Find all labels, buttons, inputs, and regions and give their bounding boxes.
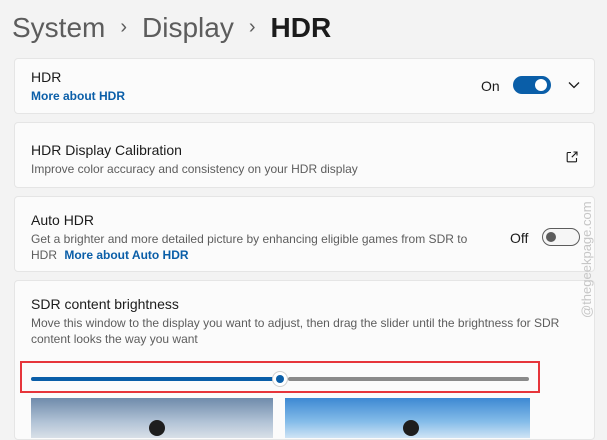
hdr-calibration-card[interactable]: HDR Display Calibration Improve color ac… xyxy=(14,122,595,188)
auto-hdr-description: Get a brighter and more detailed picture… xyxy=(31,231,501,263)
sdr-title: SDR content brightness xyxy=(31,296,179,312)
external-link-icon[interactable] xyxy=(565,150,579,164)
more-about-auto-hdr-link[interactable]: More about Auto HDR xyxy=(64,248,188,262)
sdr-description-line2: content looks the way you want xyxy=(31,332,198,346)
preview-figure xyxy=(149,420,165,436)
sdr-preview-image-right xyxy=(285,398,530,438)
chevron-right-icon: › xyxy=(120,15,128,38)
sdr-description: Move this window to the display you want… xyxy=(31,315,559,347)
calibration-title: HDR Display Calibration xyxy=(31,142,182,158)
auto-hdr-title: Auto HDR xyxy=(31,212,95,228)
auto-hdr-description-line1: Get a brighter and more detailed picture… xyxy=(31,232,468,246)
chevron-down-icon[interactable] xyxy=(568,80,580,90)
hdr-toggle[interactable] xyxy=(513,76,551,94)
breadcrumb-system[interactable]: System xyxy=(12,12,105,44)
sdr-description-line1: Move this window to the display you want… xyxy=(31,316,560,330)
watermark: @thegeekpage.com xyxy=(579,201,594,318)
slider-highlight-box xyxy=(20,361,540,393)
calibration-description: Improve color accuracy and consistency o… xyxy=(31,162,358,176)
preview-figure xyxy=(403,420,419,436)
toggle-knob xyxy=(535,79,547,91)
toggle-knob xyxy=(546,232,556,242)
auto-hdr-state-label: Off xyxy=(510,230,529,246)
auto-hdr-toggle[interactable] xyxy=(542,228,580,246)
auto-hdr-description-line2: HDR xyxy=(31,248,57,262)
hdr-title: HDR xyxy=(31,69,62,85)
breadcrumb-hdr: HDR xyxy=(270,12,332,43)
breadcrumb-display[interactable]: Display xyxy=(142,12,234,44)
hdr-state-label: On xyxy=(481,78,500,94)
chevron-right-icon: › xyxy=(248,15,256,38)
auto-hdr-card: Auto HDR Get a brighter and more detaile… xyxy=(14,196,595,272)
hdr-card: HDR More about HDR On xyxy=(14,58,595,114)
breadcrumb: System › Display › HDR xyxy=(12,8,331,48)
more-about-hdr-link[interactable]: More about HDR xyxy=(31,89,125,103)
sdr-preview-image-left xyxy=(31,398,273,438)
